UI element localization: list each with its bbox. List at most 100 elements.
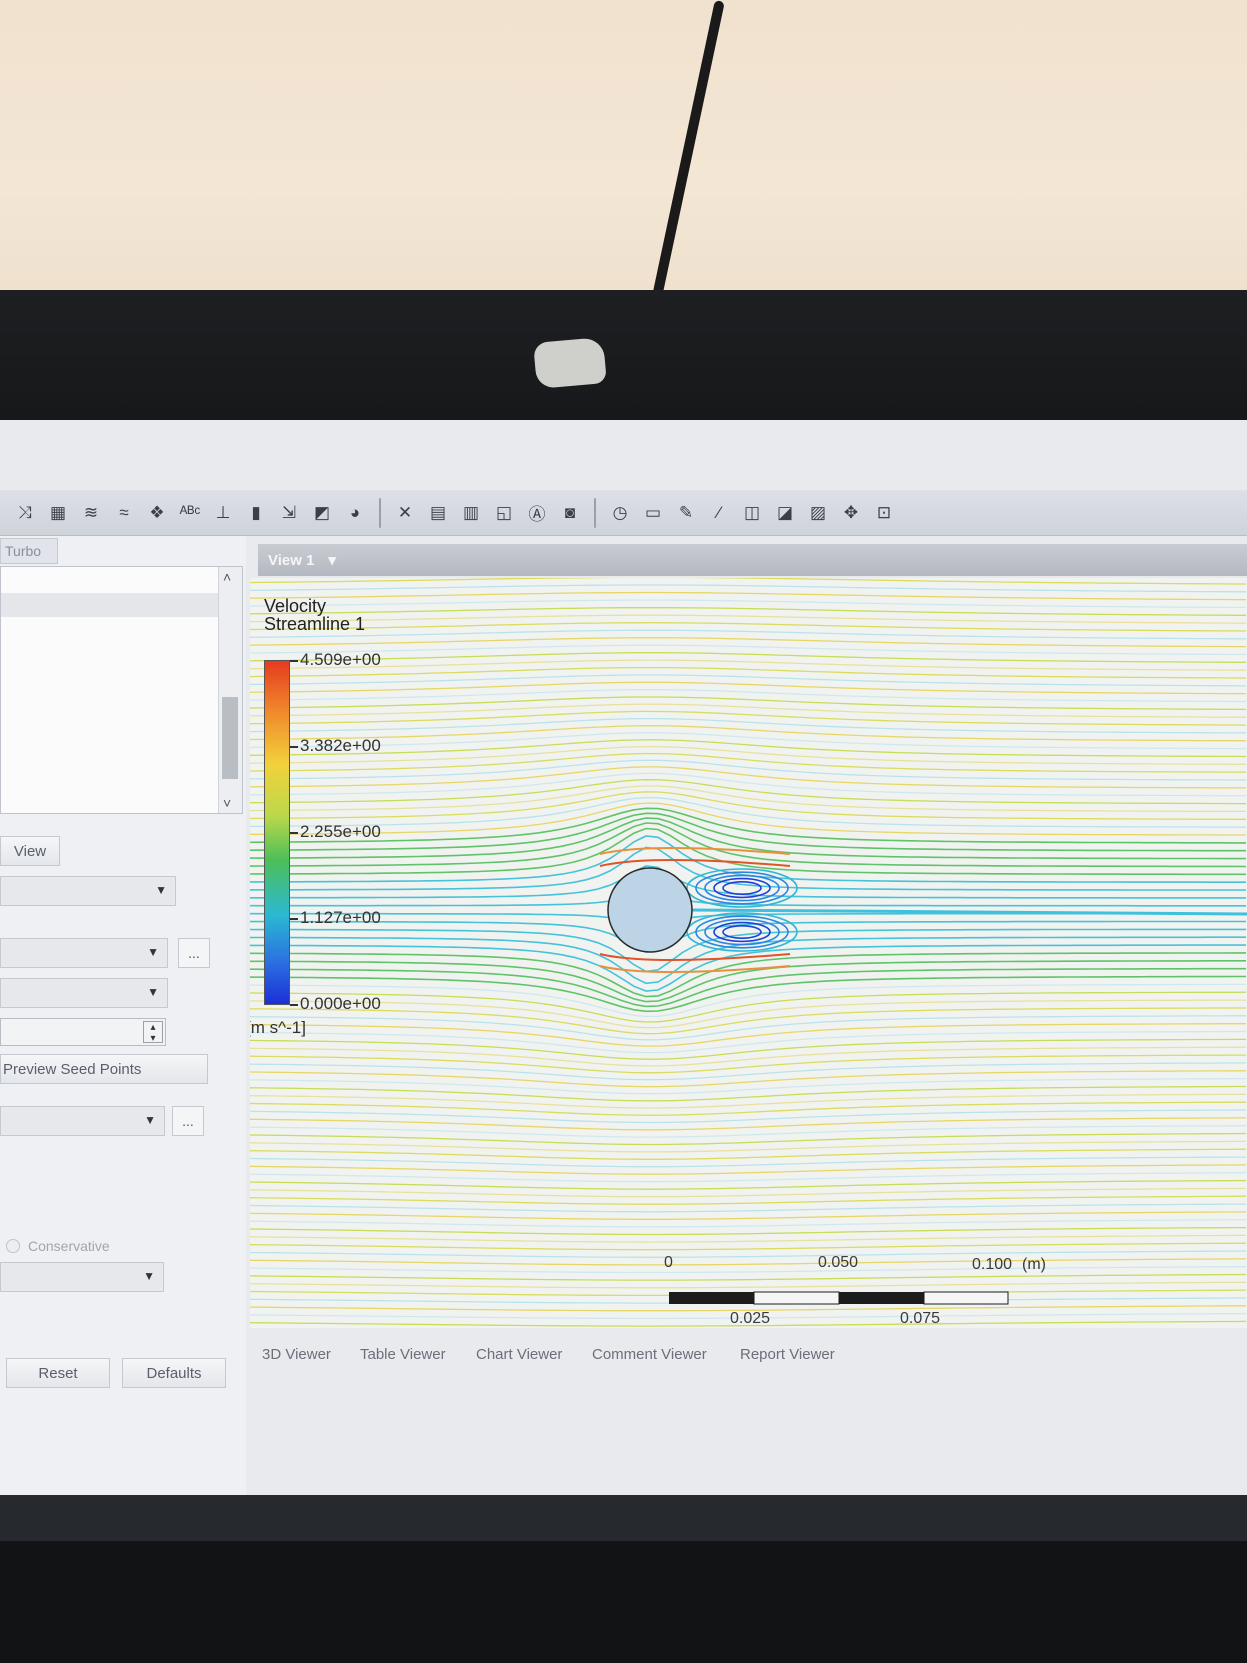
tab-turbo[interactable]: Turbo xyxy=(0,538,58,564)
legend-variable: Velocity xyxy=(264,596,327,616)
view-selector[interactable]: View 1 xyxy=(268,552,314,569)
object-list[interactable]: ˄ ˅ xyxy=(0,566,243,814)
color-legend-bar xyxy=(264,660,290,1005)
defaults-button[interactable]: Defaults xyxy=(122,1358,226,1388)
streamline xyxy=(250,1242,1247,1251)
legend-unit: [m s^-1] xyxy=(250,1018,306,1037)
expression-icon[interactable]: ✕ xyxy=(392,500,418,526)
quick-editor-icon[interactable]: ✎ xyxy=(673,500,699,526)
variable-picker-button[interactable]: ... xyxy=(172,1106,204,1136)
streamline xyxy=(250,822,1247,868)
streamline-tool-icon[interactable]: ⤨ xyxy=(12,500,38,526)
contour-icon[interactable]: ≈ xyxy=(111,500,137,526)
wake-streamline xyxy=(689,908,1247,916)
cylinder-body xyxy=(607,867,693,953)
mesh-icon[interactable]: ◙ xyxy=(557,500,583,526)
vortex-icon[interactable]: ❖ xyxy=(144,500,170,526)
streamline xyxy=(250,578,1246,585)
streamline xyxy=(250,622,1247,632)
scale-label-100: 0.100 xyxy=(972,1256,1013,1273)
tab-chart-viewer[interactable]: Chart Viewer xyxy=(476,1342,592,1367)
coordinate-frame-icon[interactable]: ⊥ xyxy=(210,500,236,526)
chart-icon[interactable]: ◱ xyxy=(491,500,517,526)
chevron-down-icon: ▼ xyxy=(144,1113,156,1127)
sampling-combo[interactable]: ▼ xyxy=(0,978,168,1008)
spin-arrows-icon[interactable]: ▴ ▾ xyxy=(143,1021,163,1044)
chevron-down-icon: ▼ xyxy=(147,985,159,999)
wake-vortex-streamline xyxy=(695,871,789,905)
3d-viewport[interactable]: Velocity Streamline 1 4.509e+00 3.382e+0… xyxy=(250,578,1247,1328)
domain-combo[interactable]: ▼ xyxy=(0,876,176,906)
legend-icon[interactable]: ▮ xyxy=(243,500,269,526)
scrollbar-thumb[interactable] xyxy=(222,697,238,779)
case-comparison-icon[interactable]: ▨ xyxy=(805,500,831,526)
scale-label-0: 0 xyxy=(664,1254,673,1271)
tab-report-viewer[interactable]: Report Viewer xyxy=(740,1342,860,1367)
tab-3d-viewer[interactable]: 3D Viewer xyxy=(262,1342,360,1367)
details-panel: Turbo ˄ ˅ View ▼ ▼ ... ▼ ▴ ▾ Preview Seed… xyxy=(0,536,246,1495)
turbo-icon[interactable]: ✥ xyxy=(838,500,864,526)
volume-icon[interactable]: ▦ xyxy=(45,500,71,526)
legend-tick xyxy=(290,746,298,748)
streamline xyxy=(250,1226,1246,1236)
start-from-combo[interactable]: ▼ xyxy=(0,938,168,968)
streamline xyxy=(250,1030,1247,1054)
streamline xyxy=(250,999,1246,1029)
instance-transform-icon[interactable]: ⇲ xyxy=(276,500,302,526)
command-editor-icon[interactable]: ⊡ xyxy=(871,500,897,526)
table-icon[interactable]: ▥ xyxy=(458,500,484,526)
macro-calculator-icon[interactable]: ◪ xyxy=(772,500,798,526)
monitor-bezel-top xyxy=(0,290,1247,435)
webcam-sticker xyxy=(533,337,607,389)
legend-tick xyxy=(290,918,298,920)
wake-vortex-streamline xyxy=(722,924,762,939)
reset-button[interactable]: Reset xyxy=(6,1358,110,1388)
streamline xyxy=(250,1234,1246,1243)
toolbar-separator xyxy=(594,497,596,528)
animation-icon[interactable]: ▭ xyxy=(640,500,666,526)
chevron-down-icon[interactable]: ˅ xyxy=(223,795,231,811)
annotation-icon[interactable]: Ⓐ xyxy=(524,500,550,526)
tab-table-viewer[interactable]: Table Viewer xyxy=(360,1342,476,1367)
conservative-option[interactable]: Conservative xyxy=(6,1238,110,1254)
clip-plane-icon[interactable]: ◩ xyxy=(309,500,335,526)
chevron-down-icon: ▼ xyxy=(147,945,159,959)
isosurface-icon[interactable]: ≋ xyxy=(78,500,104,526)
function-calculator-icon[interactable]: ◫ xyxy=(739,500,765,526)
streamline xyxy=(250,1156,1246,1168)
legend-tick xyxy=(290,660,298,662)
chevron-down-icon[interactable]: ▾ xyxy=(328,551,336,569)
photo-scene: ⤨ ▦ ≋ ≈ ❖ ᴬᴮᶜ ⊥ ▮ ⇲ ◩ ◕ ✕ ▤ ▥ ◱ Ⓐ ◙ ◷ ▭ … xyxy=(0,0,1247,1663)
variable-icon[interactable]: ▤ xyxy=(425,500,451,526)
preview-seed-points-button[interactable]: Preview Seed Points xyxy=(0,1054,208,1084)
streamline xyxy=(250,807,1246,844)
color-map-icon[interactable]: ◕ xyxy=(342,500,368,526)
variable-combo[interactable]: ▼ xyxy=(0,1106,165,1136)
chevron-up-icon[interactable]: ˄ xyxy=(223,569,231,585)
list-scrollbar[interactable]: ˄ ˅ xyxy=(218,567,242,813)
streamline xyxy=(250,725,1247,742)
legend-min-label: 0.000e+00 xyxy=(300,994,381,1013)
streamline xyxy=(250,791,1246,820)
streamline xyxy=(250,766,1247,789)
streamline xyxy=(599,859,791,867)
probe-icon[interactable]: ⁄ xyxy=(706,500,732,526)
conservative-radio[interactable] xyxy=(6,1239,20,1253)
timestep-clock-icon[interactable]: ◷ xyxy=(607,500,633,526)
streamline xyxy=(250,1195,1247,1205)
tab-comment-viewer[interactable]: Comment Viewer xyxy=(592,1342,740,1367)
direction-combo[interactable]: ▼ xyxy=(0,1262,164,1292)
streamline xyxy=(250,785,1246,813)
streamline xyxy=(250,1164,1247,1175)
location-picker-button[interactable]: ... xyxy=(178,938,210,968)
text-icon[interactable]: ᴬᴮᶜ xyxy=(177,500,203,526)
max-points-spinbox[interactable]: ▴ ▾ xyxy=(0,1018,166,1046)
streamline xyxy=(250,1281,1247,1289)
streamline xyxy=(250,1219,1247,1228)
list-item-selected[interactable] xyxy=(1,593,219,617)
streamline xyxy=(250,614,1247,624)
main-toolbar: ⤨ ▦ ≋ ≈ ❖ ᴬᴮᶜ ⊥ ▮ ⇲ ◩ ◕ ✕ ▤ ▥ ◱ Ⓐ ◙ ◷ ▭ … xyxy=(0,490,1247,536)
view-button[interactable]: View xyxy=(0,836,60,866)
streamline xyxy=(599,953,791,961)
streamline xyxy=(250,607,1246,616)
